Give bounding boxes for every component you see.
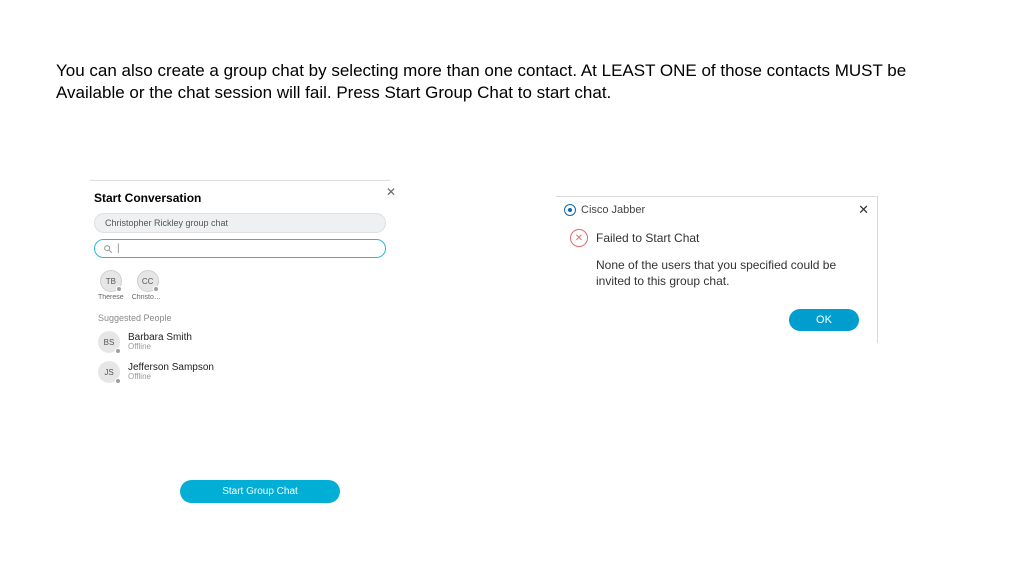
error-title-row: ✕ Failed to Start Chat xyxy=(570,229,863,247)
close-icon[interactable]: ✕ xyxy=(858,202,869,218)
group-chat-name-field[interactable]: Christopher Rickley group chat xyxy=(94,213,386,233)
search-input[interactable] xyxy=(117,243,377,254)
person-info: Barbara Smith Offline xyxy=(128,332,192,352)
chip-label: Christoph... xyxy=(132,294,164,301)
presence-indicator xyxy=(153,286,159,292)
avatar-initials: JS xyxy=(104,368,113,377)
instruction-text: You can also create a group chat by sele… xyxy=(56,60,968,104)
avatar: JS xyxy=(98,361,120,383)
ok-button[interactable]: OK xyxy=(789,309,859,331)
selected-contact-chip[interactable]: CC Christoph... xyxy=(132,270,164,301)
avatar: TB xyxy=(100,270,122,292)
person-status: Offline xyxy=(128,373,214,382)
suggested-people-heading: Suggested People xyxy=(90,303,390,327)
selected-contact-chip[interactable]: TB Therese xyxy=(98,270,124,301)
search-icon xyxy=(103,244,113,254)
dialog-body: ✕ Failed to Start Chat None of the users… xyxy=(556,223,877,343)
close-icon[interactable]: ✕ xyxy=(386,185,396,199)
presence-indicator xyxy=(115,348,121,354)
presence-indicator xyxy=(116,286,122,292)
avatar: CC xyxy=(137,270,159,292)
avatar-initials: BS xyxy=(104,338,115,347)
jabber-logo-icon xyxy=(564,204,576,216)
dialog-app-name: Cisco Jabber xyxy=(581,204,853,216)
panel-title: Start Conversation xyxy=(94,191,386,205)
start-conversation-panel: Start Conversation ✕ Christopher Rickley… xyxy=(90,180,390,387)
avatar-initials: TB xyxy=(106,277,116,286)
start-group-chat-button[interactable]: Start Group Chat xyxy=(180,480,340,503)
error-dialog: Cisco Jabber ✕ ✕ Failed to Start Chat No… xyxy=(556,196,878,343)
person-status: Offline xyxy=(128,343,192,352)
suggested-person-row[interactable]: JS Jefferson Sampson Offline xyxy=(90,357,390,387)
chip-label: Therese xyxy=(98,294,124,301)
error-title: Failed to Start Chat xyxy=(596,231,699,245)
selected-contacts-row: TB Therese CC Christoph... xyxy=(90,266,390,303)
avatar: BS xyxy=(98,331,120,353)
avatar-initials: CC xyxy=(142,277,154,286)
error-x-icon: ✕ xyxy=(570,229,588,247)
dialog-titlebar: Cisco Jabber ✕ xyxy=(556,197,877,223)
error-message: None of the users that you specified cou… xyxy=(596,257,863,289)
presence-indicator xyxy=(115,378,121,384)
search-input-container[interactable] xyxy=(94,239,386,258)
person-info: Jefferson Sampson Offline xyxy=(128,362,214,382)
suggested-person-row[interactable]: BS Barbara Smith Offline xyxy=(90,327,390,357)
panel-header: Start Conversation ✕ xyxy=(90,181,390,213)
